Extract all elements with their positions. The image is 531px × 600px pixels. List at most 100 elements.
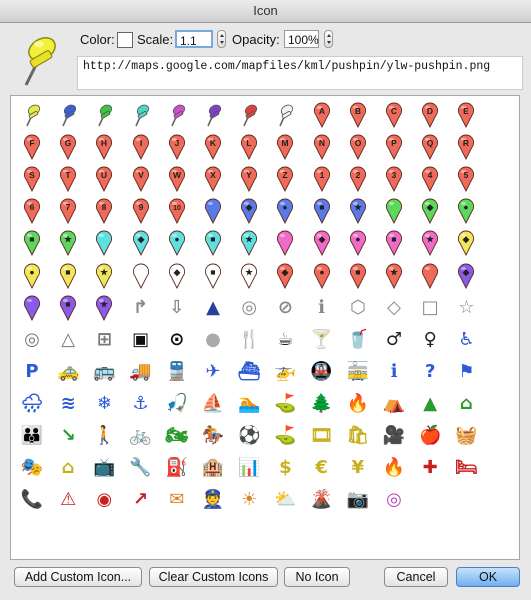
rain-icon[interactable]: 🌧	[14, 388, 50, 420]
park-icon[interactable]: 🌲	[304, 388, 340, 420]
earthquake-icon[interactable]: ◉	[86, 484, 122, 516]
paddle-icon-■[interactable]: ■	[50, 260, 86, 292]
swimming-icon[interactable]: 🏊	[231, 388, 267, 420]
hexagon-icon[interactable]: ⬡	[340, 292, 376, 324]
pushpin-red-icon[interactable]	[231, 99, 267, 131]
coffee-icon[interactable]: ☕	[267, 324, 303, 356]
cycling-icon[interactable]: 🚲	[123, 420, 159, 452]
campground-icon[interactable]: ▲	[412, 388, 448, 420]
electronics-icon[interactable]: 📺	[86, 452, 122, 484]
icon-url-field[interactable]: http://maps.google.com/mapfiles/kml/push…	[77, 56, 523, 90]
yen-icon[interactable]: ¥	[340, 452, 376, 484]
circle-dot-icon[interactable]: ⊙	[159, 324, 195, 356]
picnic-icon[interactable]: ⛺	[376, 388, 412, 420]
pushpin-pink-icon[interactable]	[159, 99, 195, 131]
paddle-icon-E[interactable]: E	[448, 99, 484, 131]
paddle-icon-Q[interactable]: Q	[412, 131, 448, 163]
paddle-icon-2[interactable]: 2	[340, 163, 376, 195]
sports-icon[interactable]: ⚽	[231, 420, 267, 452]
square-outline-icon[interactable]: □	[412, 292, 448, 324]
paddle-icon-O[interactable]: O	[340, 131, 376, 163]
paddle-icon-8[interactable]: 8	[86, 195, 122, 227]
paddle-icon-6[interactable]: 6	[14, 195, 50, 227]
paddle-icon-★[interactable]: ★	[231, 227, 267, 259]
paddle-icon-■[interactable]: ■	[340, 260, 376, 292]
camera-icon[interactable]: 🎥	[376, 420, 412, 452]
ranger-station-icon[interactable]: ⌂	[448, 388, 484, 420]
marina-icon[interactable]: ⚓	[123, 388, 159, 420]
subway-icon[interactable]: 🚇	[304, 356, 340, 388]
clear-custom-icons-button[interactable]: Clear Custom Icons	[149, 567, 278, 587]
paddle-icon-■[interactable]: ■	[195, 227, 231, 259]
ok-button[interactable]: OK	[456, 567, 520, 587]
homegardenbusiness-icon[interactable]: ⌂	[50, 452, 86, 484]
paddle-icon-◆[interactable]: ◆	[123, 227, 159, 259]
paddle-icon-B[interactable]: B	[340, 99, 376, 131]
scale-stepper[interactable]	[217, 30, 226, 48]
horse-riding-icon[interactable]: 🏇	[195, 420, 231, 452]
restaurant-icon[interactable]: 🍴	[231, 324, 267, 356]
webcam-icon[interactable]: ◎	[376, 484, 412, 516]
volcano-icon[interactable]: 🌋	[304, 484, 340, 516]
paddle-icon-●[interactable]: ●	[304, 260, 340, 292]
pushpin-lightblue-icon[interactable]	[123, 99, 159, 131]
truck-icon[interactable]: 🚚	[123, 356, 159, 388]
paddle-icon-A[interactable]: A	[304, 99, 340, 131]
paddle-icon-■[interactable]: ■	[14, 227, 50, 259]
paddle-icon[interactable]	[123, 260, 159, 292]
shopping-icon[interactable]: 🛍	[340, 420, 376, 452]
ring-icon[interactable]: ◎	[231, 292, 267, 324]
paddle-icon-●[interactable]: ●	[14, 260, 50, 292]
snowflake-icon[interactable]: ❄	[86, 388, 122, 420]
taxi-icon[interactable]: 🚕	[50, 356, 86, 388]
paddle-icon-●[interactable]: ●	[448, 195, 484, 227]
grocery-icon[interactable]: 🍎	[412, 420, 448, 452]
forbidden-icon[interactable]: ⊘	[267, 292, 303, 324]
info-icon[interactable]: ℹ	[376, 356, 412, 388]
paddle-icon-★[interactable]: ★	[86, 260, 122, 292]
paddle-icon-Y[interactable]: Y	[231, 163, 267, 195]
pushpin-yellow-icon[interactable]	[14, 99, 50, 131]
motorcycling-icon[interactable]: 🏍	[159, 420, 195, 452]
sunny-icon[interactable]: ☀	[231, 484, 267, 516]
diamond-outline-icon[interactable]: ◇	[376, 292, 412, 324]
pushpin-purple-icon[interactable]	[195, 99, 231, 131]
navigation-arrow-icon[interactable]: ▲	[195, 292, 231, 324]
help-icon[interactable]: ?	[412, 356, 448, 388]
arrow-curve-icon[interactable]: ↱	[123, 292, 159, 324]
toilets-icon[interactable]: 👪	[14, 420, 50, 452]
basket-icon[interactable]: 🧺	[448, 420, 484, 452]
paddle-icon-◆[interactable]: ◆	[448, 260, 484, 292]
movies-icon[interactable]: 🎞	[304, 420, 340, 452]
paddle-icon-7[interactable]: 7	[50, 195, 86, 227]
golf-course-icon[interactable]: ⛳	[267, 420, 303, 452]
falling-rocks-icon[interactable]: ↗	[123, 484, 159, 516]
paddle-icon-◆[interactable]: ◆	[231, 195, 267, 227]
police-icon[interactable]: 👮	[195, 484, 231, 516]
paddle-icon-◆[interactable]: ◆	[448, 227, 484, 259]
paddle-icon-T[interactable]: T	[50, 163, 86, 195]
no-icon-button[interactable]: No Icon	[284, 567, 350, 587]
woman-icon[interactable]: ♀	[412, 324, 448, 356]
golf-icon[interactable]: ⛳	[267, 388, 303, 420]
crosshair-square-icon[interactable]: ⊞	[86, 324, 122, 356]
paddle-icon-5[interactable]: 5	[448, 163, 484, 195]
caution-icon[interactable]: ⚠	[50, 484, 86, 516]
pushpin-blue-icon[interactable]	[50, 99, 86, 131]
post-office-icon[interactable]: ✉	[159, 484, 195, 516]
color-swatch[interactable]	[117, 32, 133, 48]
pushpin-white-icon[interactable]	[267, 99, 303, 131]
cancel-button[interactable]: Cancel	[384, 567, 448, 587]
bus-icon[interactable]: 🚌	[86, 356, 122, 388]
star-outline-icon[interactable]: ☆	[448, 292, 484, 324]
paddle-icon[interactable]	[376, 195, 412, 227]
paddle-icon-N[interactable]: N	[304, 131, 340, 163]
gas-station-icon[interactable]: ⛽	[159, 452, 195, 484]
dollar-icon[interactable]: $	[267, 452, 303, 484]
paddle-icon-★[interactable]: ★	[231, 260, 267, 292]
paddle-icon-■[interactable]: ■	[195, 260, 231, 292]
paddle-icon-●[interactable]: ●	[340, 227, 376, 259]
paddle-icon-R[interactable]: R	[448, 131, 484, 163]
paddle-icon[interactable]	[412, 260, 448, 292]
paddle-icon-V[interactable]: V	[123, 163, 159, 195]
